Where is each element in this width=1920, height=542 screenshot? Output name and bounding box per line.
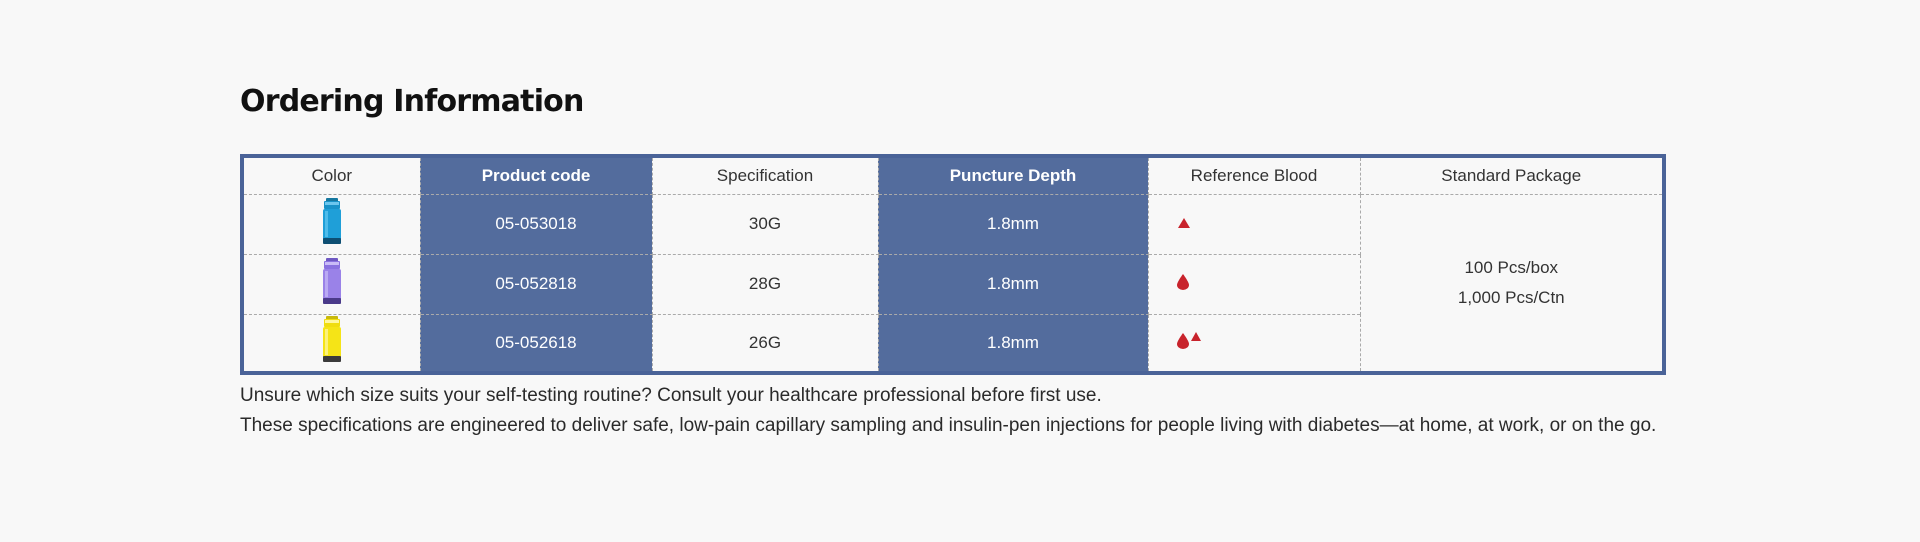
- blood-drop-icon: [1176, 333, 1189, 350]
- color-cell: [241, 313, 421, 374]
- header-specification: Specification: [651, 155, 879, 195]
- product-code: 05-052818: [419, 253, 653, 315]
- note-line-2: These specifications are engineered to d…: [240, 415, 1657, 436]
- blood-triangle-icon: [1190, 332, 1201, 342]
- ordering-table: Color Product code Specification Punctur…: [240, 154, 1666, 375]
- specification: 30G: [651, 193, 879, 255]
- specification: 26G: [651, 313, 879, 374]
- ordering-section: Ordering Information Color Product code …: [240, 82, 1666, 441]
- reference-blood: [1147, 193, 1361, 255]
- reference-blood: [1147, 313, 1361, 374]
- header-standard-package: Standard Package: [1359, 155, 1665, 195]
- specification: 28G: [651, 253, 879, 315]
- header-reference-blood: Reference Blood: [1147, 155, 1361, 195]
- product-code: 05-053018: [419, 193, 653, 255]
- color-cell: [241, 253, 421, 315]
- lancet-vial-blue-icon: [322, 197, 341, 244]
- page-title: Ordering Information: [240, 84, 584, 119]
- package-carton-text: 1,000 Pcs/Ctn: [1457, 287, 1565, 307]
- table-header-row: Color Product code Specification Punctur…: [241, 155, 1665, 195]
- header-puncture-depth: Puncture Depth: [877, 155, 1149, 195]
- blood-triangle-icon: [1177, 218, 1190, 228]
- note-line-1: Unsure which size suits your self-testin…: [240, 385, 1102, 406]
- package-box-text: 100 Pcs/box: [1464, 257, 1559, 277]
- lancet-vial-purple-icon: [322, 257, 341, 304]
- puncture-depth: 1.8mm: [877, 193, 1149, 255]
- product-code: 05-052618: [419, 313, 653, 374]
- table-row: 05-053018 30G 1.8mm 100 Pcs/box 1,000 Pc…: [241, 193, 1665, 374]
- reference-blood: [1147, 253, 1361, 315]
- blood-drop-icon: [1176, 273, 1189, 290]
- puncture-depth: 1.8mm: [877, 253, 1149, 315]
- color-cell: [241, 193, 421, 255]
- lancet-vial-yellow-icon: [322, 316, 341, 363]
- notes: Unsure which size suits your self-testin…: [240, 381, 1662, 441]
- standard-package: 100 Pcs/box 1,000 Pcs/Ctn: [1359, 193, 1665, 374]
- header-color: Color: [241, 155, 421, 195]
- puncture-depth: 1.8mm: [877, 313, 1149, 374]
- header-product-code: Product code: [419, 155, 653, 195]
